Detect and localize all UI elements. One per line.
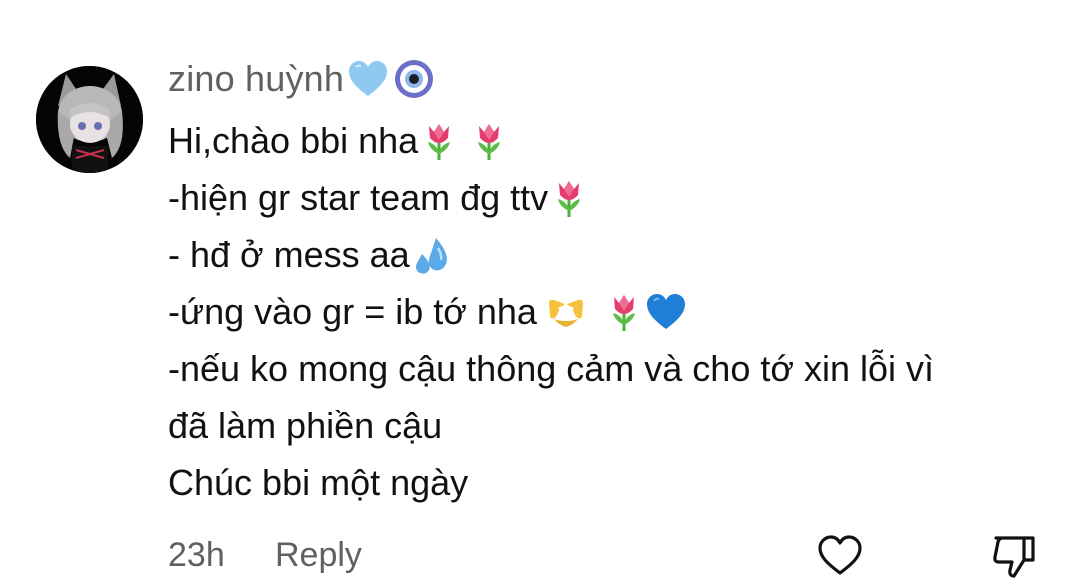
light-blue-heart-icon [346, 57, 390, 101]
nazar-amulet-icon [392, 57, 436, 101]
comment-line: đã làm phiền cậu [168, 397, 1048, 454]
heart-outline-icon [818, 535, 862, 575]
comment-line-text: -hiện gr star team đg ttv [168, 177, 549, 218]
comment-body: Hi,chào bbi nha -hiện gr star team đg tt… [168, 112, 1048, 511]
heart-hands-icon [545, 291, 587, 333]
tulip-icon [548, 177, 590, 219]
comment-line-text: Chúc bbi một ngày [168, 462, 469, 503]
comment-line-text: -nếu ko mong cậu thông cảm và cho tớ xin… [168, 348, 935, 389]
comment-author[interactable]: zino huỳnh [168, 58, 344, 100]
comment-line-text: đã làm phiền cậu [168, 405, 443, 446]
like-button[interactable] [816, 532, 864, 580]
tulip-icon [603, 291, 645, 333]
comment-timestamp: 23h [168, 536, 225, 574]
comment-line-text: - hđ ở mess aa [168, 234, 410, 275]
thumbs-down-icon [993, 536, 1035, 578]
sweat-droplets-icon [410, 234, 452, 276]
comment-line-text: Hi,chào bbi nha [168, 120, 419, 161]
tulip-icon [418, 120, 460, 162]
comment-line: Chúc bbi một ngày [168, 454, 1048, 511]
tulip-icon [468, 120, 510, 162]
blue-heart-icon [645, 291, 687, 333]
comment-author-row: zino huỳnh [168, 54, 436, 104]
avatar[interactable] [36, 66, 143, 173]
comment-actions: 23h Reply [168, 530, 1048, 582]
comment-line: -nếu ko mong cậu thông cảm và cho tớ xin… [168, 340, 1048, 397]
comment-line: Hi,chào bbi nha [168, 112, 1048, 169]
dislike-button[interactable] [990, 532, 1038, 580]
comment-line: - hđ ở mess aa [168, 226, 1048, 283]
comment-line: -hiện gr star team đg ttv [168, 169, 1048, 226]
reply-button[interactable]: Reply [275, 536, 362, 575]
comment-line-text: -ứng vào gr = ib tớ nha [168, 291, 537, 332]
comment-line: -ứng vào gr = ib tớ nha [168, 283, 1048, 340]
